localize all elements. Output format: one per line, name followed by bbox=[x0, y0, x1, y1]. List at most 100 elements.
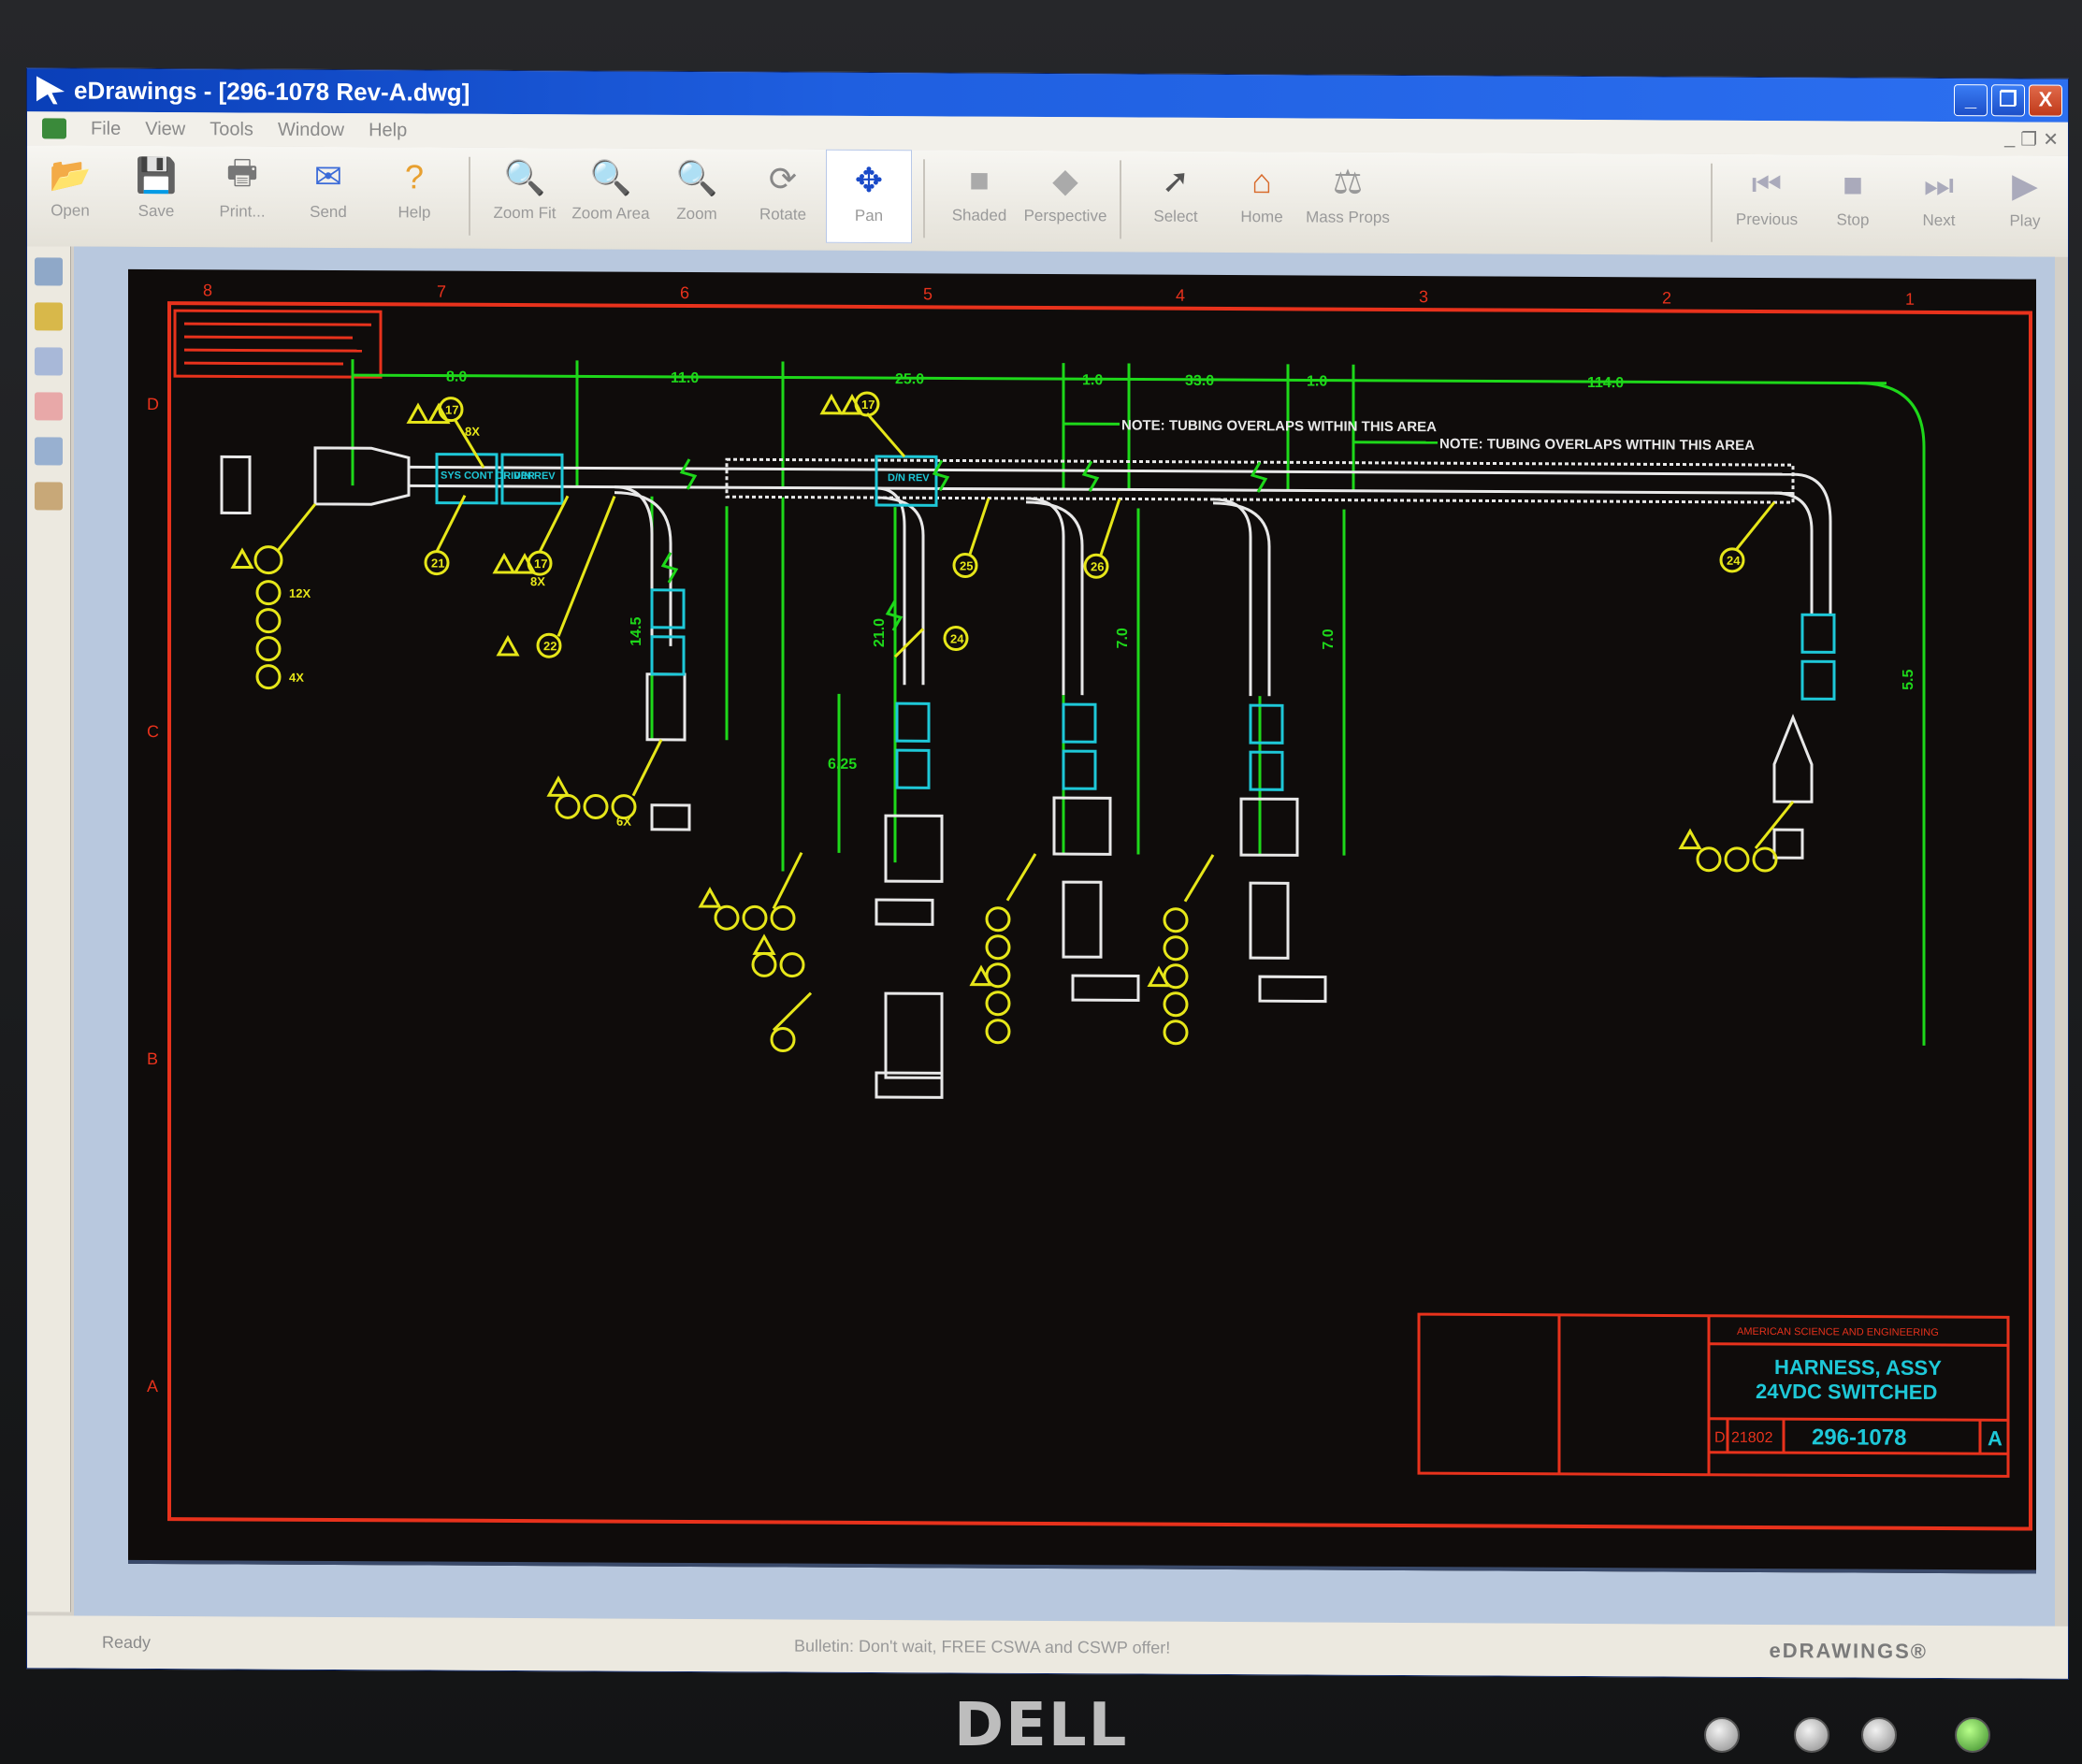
monitor-button[interactable] bbox=[1861, 1717, 1897, 1753]
play-icon: ▶ bbox=[2012, 166, 2038, 205]
callout-number: 22 bbox=[543, 639, 557, 653]
measure-icon[interactable] bbox=[35, 437, 63, 466]
mdi-close-icon[interactable]: ✕ bbox=[2043, 128, 2059, 152]
revision-block bbox=[173, 309, 383, 379]
size-letter: D bbox=[1714, 1430, 1726, 1446]
zoom-button[interactable]: 🔍 Zoom bbox=[654, 149, 740, 242]
callout-number: 26 bbox=[1091, 559, 1104, 573]
perspective-button[interactable]: ◆ Perspective bbox=[1022, 151, 1108, 244]
callout-number: 25 bbox=[960, 559, 973, 573]
drawing-canvas[interactable]: 8 7 6 5 4 3 2 1 D C B A 8.0 11.0 25.0 1.… bbox=[128, 268, 2036, 1574]
shaded-button[interactable]: ■ Shaded bbox=[936, 150, 1022, 243]
callout-number: 17 bbox=[534, 557, 547, 571]
menu-tools[interactable]: Tools bbox=[210, 119, 253, 140]
tubing-note: NOTE: TUBING OVERLAPS WITHIN THIS AREA bbox=[1439, 436, 1755, 454]
zoom-icon: 🔍 bbox=[675, 158, 718, 198]
edrawings-logo: eDRAWINGS® bbox=[1769, 1639, 1928, 1663]
ruler-label: 8 bbox=[203, 281, 212, 299]
menu-help[interactable]: Help bbox=[369, 120, 407, 141]
ruler-label: 5 bbox=[923, 284, 933, 303]
notes: NOTE: TUBING OVERLAPS WITHIN THIS AREA N… bbox=[1121, 417, 1755, 454]
monitor-button[interactable] bbox=[1704, 1717, 1740, 1753]
shaded-icon: ■ bbox=[969, 160, 990, 199]
open-button[interactable]: 📂 Open bbox=[27, 145, 113, 239]
harness-drawing: 8 7 6 5 4 3 2 1 D C B A 8.0 11.0 25.0 1.… bbox=[147, 281, 2032, 1531]
dimension-label: 21.0 bbox=[872, 618, 888, 647]
ruler-label: 7 bbox=[437, 282, 446, 301]
box-label: D/N REV bbox=[513, 470, 556, 482]
menu-view[interactable]: View bbox=[145, 118, 185, 139]
previous-icon: ⏮ bbox=[1751, 164, 1783, 203]
zoom-area-button[interactable]: 🔍 Zoom Area bbox=[568, 148, 654, 241]
stamp-icon[interactable] bbox=[35, 482, 63, 511]
ruler-label: C bbox=[147, 722, 159, 741]
select-button[interactable]: ➚ Select bbox=[1133, 151, 1219, 244]
window-title: eDrawings - [296-1078 Rev-A.dwg] bbox=[74, 76, 470, 107]
zoom-fit-icon: 🔍 bbox=[503, 157, 546, 197]
menu-file[interactable]: File bbox=[91, 118, 121, 139]
sheets-icon[interactable] bbox=[35, 257, 63, 286]
menu-window[interactable]: Window bbox=[278, 119, 344, 140]
stop-button[interactable]: ■ Stop bbox=[1810, 154, 1896, 248]
previous-button[interactable]: ⏮ Previous bbox=[1724, 154, 1810, 248]
status-bulletin-link[interactable]: Bulletin: Don't wait, FREE CSWA and CSWP… bbox=[794, 1636, 1170, 1657]
dimension-lines bbox=[351, 359, 1926, 1046]
perspective-icon: ◆ bbox=[1052, 161, 1078, 200]
zoom-fit-button[interactable]: 🔍 Zoom Fit bbox=[482, 148, 568, 241]
revision-letter: A bbox=[1988, 1426, 2002, 1450]
power-button[interactable] bbox=[1955, 1717, 1990, 1753]
callout-number: 24 bbox=[950, 631, 964, 645]
dimension-label: 11.0 bbox=[671, 370, 699, 386]
components-icon[interactable] bbox=[35, 347, 63, 376]
ruler-label: 6 bbox=[680, 283, 689, 302]
cage-code: 21802 bbox=[1731, 1430, 1773, 1446]
markup-icon[interactable] bbox=[35, 302, 63, 331]
dell-logo: DELL bbox=[954, 1691, 1129, 1760]
company-name: AMERICAN SCIENCE AND ENGINEERING bbox=[1737, 1326, 1939, 1338]
document-icon bbox=[42, 118, 66, 139]
next-button[interactable]: ⏭ Next bbox=[1896, 155, 1982, 249]
rotate-button[interactable]: ⟳ Rotate bbox=[740, 149, 826, 242]
callout-number: 24 bbox=[1727, 554, 1741, 568]
toolbar-separator bbox=[1711, 163, 1713, 242]
ruler-label: 1 bbox=[1905, 290, 1915, 309]
zoom-area-icon: 🔍 bbox=[589, 158, 632, 197]
callout-number: 21 bbox=[431, 557, 444, 571]
rotate-icon: ⟳ bbox=[768, 159, 798, 198]
minimize-button[interactable]: _ bbox=[1954, 84, 1988, 117]
maximize-button[interactable]: ❐ bbox=[1991, 84, 2025, 117]
dimension-label: 114.0 bbox=[1587, 375, 1624, 391]
dimension-label: 6.25 bbox=[828, 757, 857, 773]
dimension-label: 8.0 bbox=[446, 369, 467, 385]
ruler-label: D bbox=[147, 395, 159, 413]
flag-notes bbox=[230, 393, 1702, 988]
mdi-restore-icon[interactable]: ❐ bbox=[2020, 127, 2037, 151]
toolbar: 📂 Open 💾 Save 🖶 Print... ✉ Send ? Help 🔍 Zoom … bbox=[27, 145, 2068, 257]
ruler-side: D C B A bbox=[147, 395, 159, 1395]
mass-props-button[interactable]: ⚖ Mass Props bbox=[1305, 152, 1391, 245]
floppy-disk-icon: 💾 bbox=[135, 155, 178, 195]
pan-button[interactable]: ✥ Pan bbox=[826, 149, 912, 244]
quantity-label: 8X bbox=[530, 574, 545, 588]
dimension-label: 1.0 bbox=[1307, 373, 1327, 389]
pan-icon: ✥ bbox=[854, 160, 884, 200]
toolbar-separator bbox=[1120, 160, 1121, 239]
ruler-label: 2 bbox=[1662, 288, 1671, 307]
next-icon: ⏭ bbox=[1923, 165, 1955, 204]
home-icon: ⌂ bbox=[1251, 162, 1272, 201]
dimension-label: 7.0 bbox=[1321, 629, 1337, 649]
close-button[interactable]: X bbox=[2029, 84, 2062, 117]
drawing-title-line1: HARNESS, ASSY bbox=[1774, 1355, 1942, 1380]
play-button[interactable]: ▶ Play bbox=[1982, 155, 2068, 249]
home-button[interactable]: ⌂ Home bbox=[1219, 152, 1305, 245]
mdi-minimize-icon[interactable]: _ bbox=[2004, 127, 2015, 151]
help-button[interactable]: ? Help bbox=[371, 147, 457, 240]
toolbar-separator bbox=[469, 156, 470, 236]
quantity-label: 12X bbox=[289, 586, 311, 600]
save-button[interactable]: 💾 Save bbox=[113, 146, 199, 239]
pencil-icon[interactable] bbox=[35, 392, 63, 421]
monitor-button[interactable] bbox=[1794, 1717, 1829, 1753]
print-button[interactable]: 🖶 Print... bbox=[199, 146, 285, 239]
graphics-area[interactable]: 8 7 6 5 4 3 2 1 D C B A 8.0 11.0 25.0 1.… bbox=[74, 246, 2055, 1627]
send-button[interactable]: ✉ Send bbox=[285, 147, 371, 240]
